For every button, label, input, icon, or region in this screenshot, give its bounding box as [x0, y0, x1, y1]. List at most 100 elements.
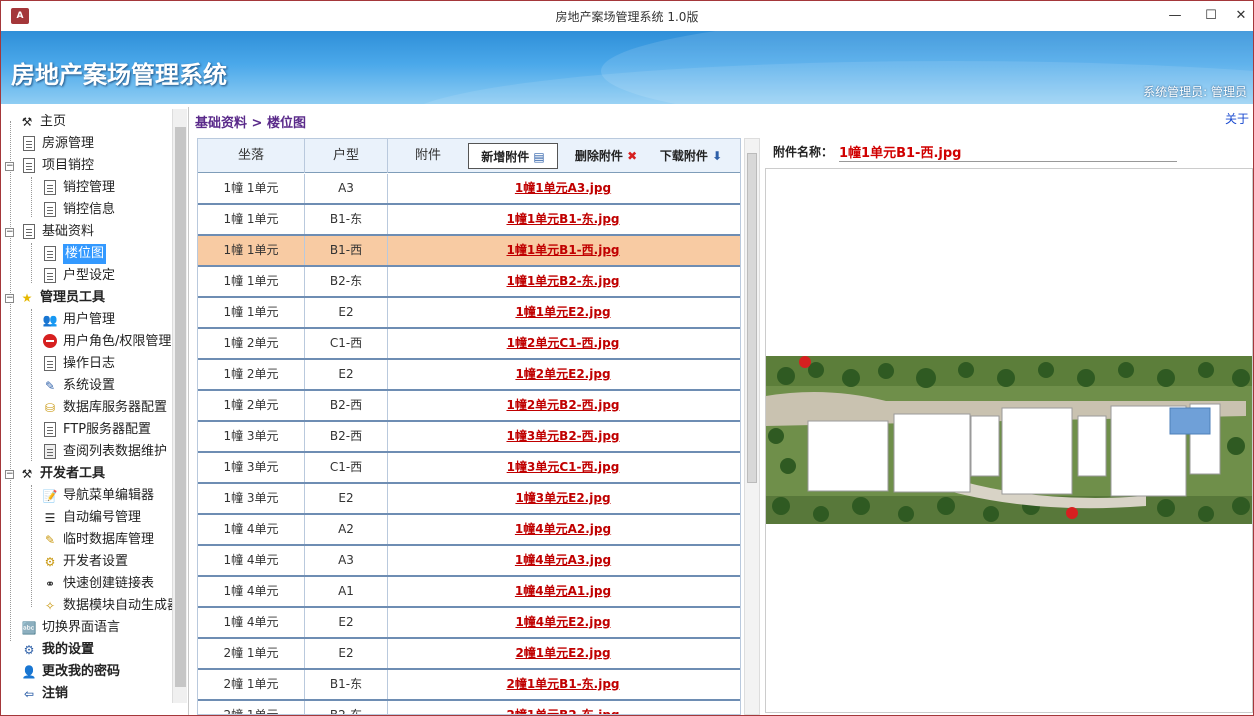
column-header-unit-type[interactable]: 户型 — [305, 139, 388, 173]
nav-item-home[interactable]: ⚒ 主页 — [19, 112, 66, 132]
cell-unit-type: C1-西 — [305, 329, 388, 358]
nav-item-role-permissions[interactable]: 用户角色/权限管理 — [42, 332, 171, 352]
table-row[interactable]: 1幢 3单元 C1-西 1幢3单元C1-西.jpg — [198, 453, 740, 484]
about-link[interactable]: 关于 — [1225, 110, 1249, 127]
nav-item-menu-editor[interactable]: 📝 导航菜单编辑器 — [42, 486, 155, 506]
column-header-attachment[interactable]: 附件 — [388, 139, 468, 173]
attachment-link[interactable]: 1幢4单元A1.jpg — [388, 577, 738, 606]
nav-item-operation-log[interactable]: 操作日志 — [42, 354, 115, 374]
attachment-link[interactable]: 1幢2单元E2.jpg — [388, 360, 738, 389]
numbered-list-icon: ☰ — [44, 511, 56, 525]
nav-item-module-generator[interactable]: ✧ 数据模块自动生成器 — [42, 596, 180, 616]
delete-attachment-button[interactable]: 删除附件 ✖ — [568, 143, 644, 169]
nav-item-lookup-list-maintenance[interactable]: 查阅列表数据维护 — [42, 442, 167, 462]
nav-item-change-password[interactable]: 👤 更改我的密码 — [21, 662, 121, 682]
attachment-link[interactable]: 1幢4单元E2.jpg — [388, 608, 738, 637]
add-attachment-button[interactable]: 新增附件 ▤ — [468, 143, 558, 169]
nav-tree-scrollbar[interactable] — [172, 109, 187, 703]
collapse-toggle[interactable]: − — [5, 228, 14, 237]
attachment-link[interactable]: 2幢1单元B2-东.jpg — [388, 701, 738, 714]
cell-location: 1幢 2单元 — [198, 391, 305, 420]
document-icon — [42, 268, 58, 284]
nav-item-sales-management[interactable]: 销控管理 — [42, 178, 115, 198]
cell-location: 1幢 2单元 — [198, 329, 305, 358]
cell-location: 2幢 1单元 — [198, 639, 305, 668]
nav-item-building-map[interactable]: 楼位图 — [42, 244, 107, 264]
cell-unit-type: A2 — [305, 515, 388, 544]
table-row[interactable]: 2幢 1单元 B2-东 2幢1单元B2-东.jpg — [198, 701, 740, 714]
attachment-link[interactable]: 1幢1单元B1-东.jpg — [388, 205, 738, 234]
wand-icon: ✧ — [44, 599, 56, 613]
nav-label: 我的设置 — [42, 642, 95, 657]
table-row[interactable]: 1幢 1单元 B2-东 1幢1单元B2-东.jpg — [198, 267, 740, 298]
document-icon — [42, 246, 58, 262]
nav-item-developer-tools[interactable]: ⚒ 开发者工具 — [19, 464, 105, 484]
attachment-link[interactable]: 1幢3单元C1-西.jpg — [388, 453, 738, 482]
table-row[interactable]: 1幢 2单元 C1-西 1幢2单元C1-西.jpg — [198, 329, 740, 360]
nav-item-developer-settings[interactable]: ⚙ 开发者设置 — [42, 552, 128, 572]
nav-item-temp-db-management[interactable]: ✎ 临时数据库管理 — [42, 530, 154, 550]
nav-item-sales-info[interactable]: 销控信息 — [42, 200, 115, 220]
table-row[interactable]: 1幢 1单元 A3 1幢1单元A3.jpg — [198, 174, 740, 205]
attachment-link[interactable]: 1幢4单元A3.jpg — [388, 546, 738, 575]
attachment-link[interactable]: 1幢1单元A3.jpg — [388, 174, 738, 203]
table-row[interactable]: 1幢 4单元 A2 1幢4单元A2.jpg — [198, 515, 740, 546]
nav-item-basic-data[interactable]: 基础资料 — [21, 222, 94, 242]
table-row[interactable]: 1幢 4单元 A3 1幢4单元A3.jpg — [198, 546, 740, 577]
nav-item-listings[interactable]: 房源管理 — [21, 134, 94, 154]
nav-item-sales-control[interactable]: 项目销控 — [21, 156, 94, 176]
nav-item-user-management[interactable]: 👥 用户管理 — [42, 310, 116, 330]
table-row[interactable]: 1幢 2单元 B2-西 1幢2单元B2-西.jpg — [198, 391, 740, 422]
table-row[interactable]: 1幢 3单元 B2-西 1幢3单元B2-西.jpg — [198, 422, 740, 453]
nav-label: 户型设定 — [63, 268, 116, 283]
scrollbar-thumb[interactable] — [175, 127, 186, 687]
attachment-link[interactable]: 1幢2单元B2-西.jpg — [388, 391, 738, 420]
attachment-link[interactable]: 1幢3单元B2-西.jpg — [388, 422, 738, 451]
attachment-link[interactable]: 1幢3单元E2.jpg — [388, 484, 738, 513]
attachment-link[interactable]: 2幢1单元E2.jpg — [388, 639, 738, 668]
minimize-button[interactable]: — — [1157, 1, 1193, 31]
nav-item-auto-numbering[interactable]: ☰ 自动编号管理 — [42, 508, 141, 528]
attachment-link[interactable]: 2幢1单元B1-东.jpg — [388, 670, 738, 699]
table-row[interactable]: 1幢 1单元 E2 1幢1单元E2.jpg — [198, 298, 740, 329]
close-button[interactable]: ✕ — [1223, 1, 1253, 31]
cell-location: 1幢 1单元 — [198, 236, 305, 265]
attachment-link[interactable]: 1幢1单元E2.jpg — [388, 298, 738, 327]
nav-item-logout[interactable]: ⇦ 注销 — [21, 684, 68, 704]
attachment-link[interactable]: 1幢2单元C1-西.jpg — [388, 329, 738, 358]
nav-label: 用户角色/权限管理 — [63, 334, 172, 349]
nav-item-quick-link-table[interactable]: ⚭ 快速创建链接表 — [42, 574, 154, 594]
collapse-toggle[interactable]: − — [5, 294, 14, 303]
add-attachment-icon: ▤ — [533, 150, 545, 164]
attachment-link[interactable]: 1幢1单元B1-西.jpg — [388, 236, 738, 265]
attachment-link[interactable]: 1幢4单元A2.jpg — [388, 515, 738, 544]
table-row[interactable]: 2幢 1单元 B1-东 2幢1单元B1-东.jpg — [198, 670, 740, 701]
attachment-link[interactable]: 1幢1单元B2-东.jpg — [388, 267, 738, 296]
nav-item-admin-tools[interactable]: ★ 管理员工具 — [19, 288, 105, 308]
nav-item-db-server-config[interactable]: ⛁ 数据库服务器配置 — [42, 398, 167, 418]
nav-item-unit-type-settings[interactable]: 户型设定 — [42, 266, 115, 286]
nav-item-system-settings[interactable]: ✎ 系统设置 — [42, 376, 115, 396]
table-header: 坐落 户型 附件 新增附件 ▤ 删除附件 ✖ 下载附件 ⬇ — [198, 139, 740, 173]
table-row[interactable]: 1幢 4单元 A1 1幢4单元A1.jpg — [198, 577, 740, 608]
nav-item-my-settings[interactable]: ⚙ 我的设置 — [21, 640, 94, 660]
scrollbar-thumb[interactable] — [747, 153, 757, 483]
table-row[interactable]: 1幢 1单元 B1-东 1幢1单元B1-东.jpg — [198, 205, 740, 236]
link-icon: ⚭ — [44, 577, 56, 591]
cell-unit-type: E2 — [305, 360, 388, 389]
nav-item-ftp-config[interactable]: FTP服务器配置 — [42, 420, 151, 440]
collapse-toggle[interactable]: − — [5, 162, 14, 171]
download-attachment-button[interactable]: 下载附件 ⬇ — [656, 143, 726, 169]
table-row-selected[interactable]: 1幢 1单元 B1-西 1幢1单元B1-西.jpg — [198, 236, 740, 267]
table-row[interactable]: 2幢 1单元 E2 2幢1单元E2.jpg — [198, 639, 740, 670]
table-row[interactable]: 1幢 2单元 E2 1幢2单元E2.jpg — [198, 360, 740, 391]
delete-attachment-icon: ✖ — [627, 149, 638, 163]
table-scrollbar[interactable] — [744, 138, 760, 715]
table-row[interactable]: 1幢 3单元 E2 1幢3单元E2.jpg — [198, 484, 740, 515]
table-row[interactable]: 1幢 4单元 E2 1幢4单元E2.jpg — [198, 608, 740, 639]
collapse-toggle[interactable]: − — [5, 470, 14, 479]
nav-item-switch-language[interactable]: 🔤 切换界面语言 — [21, 618, 121, 638]
column-header-location[interactable]: 坐落 — [198, 139, 305, 173]
cell-location: 1幢 4单元 — [198, 546, 305, 575]
cell-unit-type: B1-西 — [305, 236, 388, 265]
